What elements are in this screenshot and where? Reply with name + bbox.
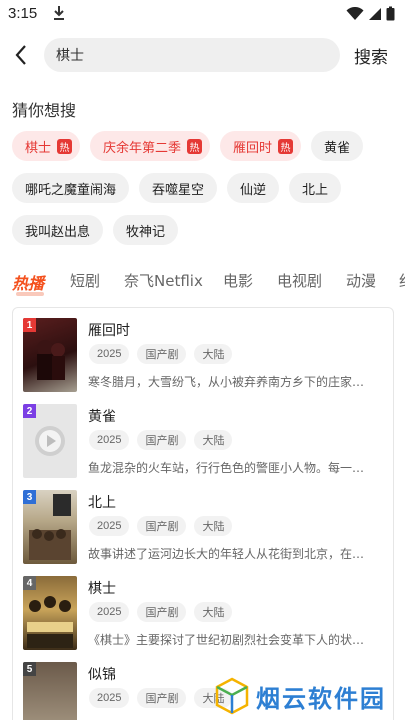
rank-badge: 5: [23, 662, 36, 676]
chip-label: 哪吒之魔童闹海: [25, 182, 117, 198]
search-chip[interactable]: 吞噬星空: [139, 173, 218, 203]
rank-badge: 3: [23, 490, 36, 504]
guess-section-title: 猜你想搜: [12, 101, 77, 120]
download-icon: [52, 5, 66, 25]
item-tags: 2025 国产剧 大陆: [89, 688, 233, 708]
category-tabs: 热播 短剧 奈飞Netflix 电影 电视剧 动漫 纪: [0, 270, 405, 298]
tag-region: 大陆: [194, 516, 233, 536]
chip-row: 我叫赵出息 牧神记: [12, 215, 397, 245]
tag-region: 大陆: [194, 602, 233, 622]
item-description: 寒冬腊月，大雪纷飞，从小被弃养南方乡下的庄家…: [88, 375, 365, 389]
hot-badge: 热: [187, 138, 203, 154]
guess-chips: 棋士 热 庆余年第二季 热 雁回时 热 黄雀 哪吒之魔童闹海 吞噬星空 仙逆 北…: [12, 131, 397, 257]
tag-genre: 国产剧: [137, 602, 187, 622]
rank-badge: 1: [23, 318, 36, 332]
tag-year: 2025: [89, 344, 130, 364]
search-chip[interactable]: 黄雀: [311, 131, 364, 161]
chip-row: 哪吒之魔童闹海 吞噬星空 仙逆 北上: [12, 173, 397, 203]
hot-badge: 热: [57, 138, 73, 154]
search-chip[interactable]: 北上: [289, 173, 342, 203]
search-button[interactable]: 搜索: [354, 43, 388, 68]
search-input[interactable]: [56, 45, 326, 65]
tag-genre: 国产剧: [137, 688, 187, 708]
item-title: 雁回时: [88, 323, 130, 339]
item-description: 故事讲述了运河边长大的年轻人从花街到北京，在…: [88, 547, 365, 561]
list-item[interactable]: 2 黄雀 2025 国产剧 大陆 鱼龙混杂的火车站，行行色色的警匪小人物。每一…: [13, 394, 393, 480]
item-tags: 2025 国产剧 大陆: [89, 430, 233, 450]
chip-label: 庆余年第二季: [103, 140, 182, 156]
tag-genre: 国产剧: [137, 516, 187, 536]
status-time: 3:15: [8, 5, 38, 22]
item-title: 黄雀: [88, 409, 116, 425]
chip-row: 棋士 热 庆余年第二季 热 雁回时 热 黄雀: [12, 131, 397, 161]
cube-logo-icon: [215, 677, 249, 715]
tag-year: 2025: [89, 430, 130, 450]
chip-label: 雁回时: [233, 140, 273, 156]
chip-label: 我叫赵出息: [25, 224, 91, 240]
chevron-left-icon: [15, 45, 26, 65]
watermark: 烟云软件园: [214, 674, 404, 718]
status-bar: 3:15: [0, 0, 405, 28]
tag-year: 2025: [89, 516, 130, 536]
signal-icon: [369, 7, 381, 20]
tag-genre: 国产剧: [137, 344, 187, 364]
tab-movie[interactable]: 电影: [223, 270, 253, 291]
search-header: 搜索: [0, 34, 405, 76]
search-chip[interactable]: 庆余年第二季 热: [90, 131, 211, 161]
item-tags: 2025 国产剧 大陆: [89, 344, 233, 364]
hot-list: 1 雁回时 2025 国产剧 大陆 寒冬腊月，大雪纷飞，从小被弃养南方乡下的庄家…: [12, 307, 394, 720]
status-icons: [346, 6, 395, 21]
chip-label: 仙逆: [240, 182, 267, 198]
chip-label: 牧神记: [126, 224, 166, 240]
search-chip[interactable]: 我叫赵出息: [12, 215, 104, 245]
tag-region: 大陆: [194, 430, 233, 450]
search-chip[interactable]: 牧神记: [113, 215, 179, 245]
battery-icon: [386, 6, 395, 21]
chip-label: 北上: [302, 182, 329, 198]
chip-label: 黄雀: [324, 140, 351, 156]
rank-badge: 4: [23, 576, 36, 590]
poster-image: 5: [23, 662, 77, 720]
search-chip[interactable]: 棋士 热: [12, 131, 81, 161]
list-item[interactable]: 4 棋士 2025 国产剧 大陆 《棋士》主要探讨了世纪初剧烈社会变革下人的状…: [13, 566, 393, 652]
tab-hot[interactable]: 热播: [12, 270, 44, 294]
poster-placeholder: 2: [23, 404, 77, 478]
item-title: 似锦: [88, 667, 116, 683]
search-box[interactable]: [44, 38, 340, 72]
item-tags: 2025 国产剧 大陆: [89, 516, 233, 536]
search-chip[interactable]: 哪吒之魔童闹海: [12, 173, 130, 203]
hot-badge: 热: [278, 138, 294, 154]
item-title: 北上: [88, 495, 116, 511]
list-item[interactable]: 1 雁回时 2025 国产剧 大陆 寒冬腊月，大雪纷飞，从小被弃养南方乡下的庄家…: [13, 308, 393, 394]
poster-image: 4: [23, 576, 77, 650]
active-tab-indicator: [16, 292, 44, 296]
item-description: 《棋士》主要探讨了世纪初剧烈社会变革下人的状…: [88, 633, 365, 647]
item-title: 棋士: [88, 581, 116, 597]
tag-genre: 国产剧: [137, 430, 187, 450]
item-description: 鱼龙混杂的火车站，行行色色的警匪小人物。每一…: [88, 461, 365, 475]
tag-year: 2025: [89, 602, 130, 622]
watermark-text: 烟云软件园: [256, 684, 386, 713]
back-button[interactable]: [10, 41, 34, 69]
tag-region: 大陆: [194, 344, 233, 364]
tab-documentary[interactable]: 纪: [399, 270, 405, 291]
search-chip[interactable]: 仙逆: [227, 173, 280, 203]
poster-image: 3: [23, 490, 77, 564]
tab-anime[interactable]: 动漫: [346, 270, 376, 291]
tab-tv[interactable]: 电视剧: [277, 270, 322, 291]
item-tags: 2025 国产剧 大陆: [89, 602, 233, 622]
wifi-icon: [346, 6, 364, 20]
list-item[interactable]: 3 北上 2025 国产剧 大陆 故事讲述了运河边长大的年轻人从花街到北京，在…: [13, 480, 393, 566]
poster-image: 1: [23, 318, 77, 392]
chip-label: 吞噬星空: [152, 182, 205, 198]
chip-label: 棋士: [25, 140, 52, 156]
tag-year: 2025: [89, 688, 130, 708]
rank-badge: 2: [23, 404, 36, 418]
tab-netflix[interactable]: 奈飞Netflix: [124, 270, 203, 291]
search-chip[interactable]: 雁回时 热: [220, 131, 302, 161]
tab-short-drama[interactable]: 短剧: [70, 270, 100, 291]
